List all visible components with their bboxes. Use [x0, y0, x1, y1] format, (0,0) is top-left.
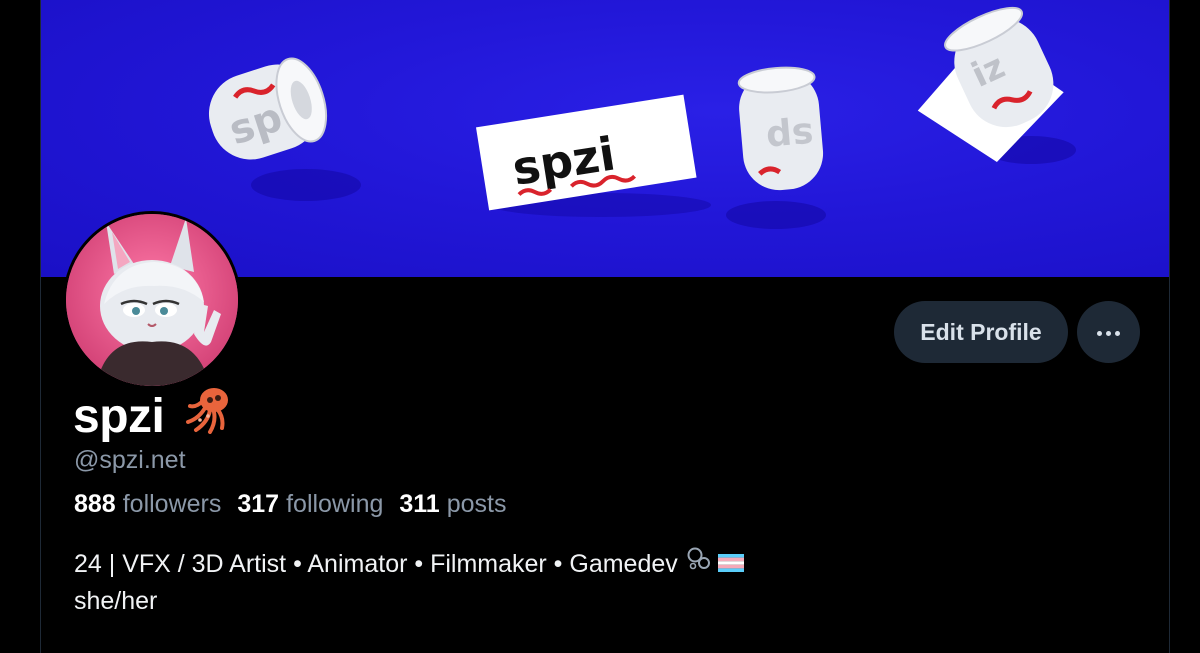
posts-stat: 311 posts	[399, 490, 506, 519]
posts-count: 311	[399, 490, 440, 518]
followers-label: followers	[122, 490, 222, 518]
banner-roll-left: sp	[208, 57, 328, 160]
bio-text-2: she/her	[74, 587, 158, 615]
following-label: following	[286, 490, 384, 518]
posts-label: posts	[446, 490, 507, 518]
bubbles-icon	[686, 546, 712, 583]
following-count: 317	[237, 490, 280, 518]
followers-stat[interactable]: 888 followers	[74, 490, 221, 519]
profile-bio: 24 | VFX / 3D Artist • Animator • Filmma…	[74, 546, 744, 620]
profile-stats: 888 followers 317 following 311 posts	[74, 490, 522, 519]
edit-profile-button[interactable]: Edit Profile	[894, 301, 1068, 363]
banner-logo-card: spzi	[475, 94, 697, 211]
display-name-text: spzi	[73, 389, 165, 443]
ellipsis-icon	[1095, 323, 1122, 341]
bio-line-1: 24 | VFX / 3D Artist • Animator • Filmma…	[74, 546, 744, 583]
avatar-image	[66, 214, 238, 386]
banner-roll-middle: sp	[737, 66, 824, 191]
avatar[interactable]	[63, 211, 241, 389]
profile-page: sp spzi sp iz Edit Profile spzi @spzi.ne…	[0, 0, 1200, 653]
followers-count: 888	[74, 490, 116, 518]
following-stat[interactable]: 317 following	[237, 490, 383, 519]
user-handle[interactable]: @spzi.net	[74, 446, 186, 475]
display-name: spzi	[73, 386, 234, 446]
profile-column: sp spzi sp iz Edit Profile spzi @spzi.ne…	[40, 0, 1170, 653]
bio-line-2: she/her	[74, 583, 744, 620]
svg-text:sp: sp	[765, 114, 816, 159]
squid-icon	[178, 386, 234, 446]
more-options-button[interactable]	[1077, 301, 1140, 363]
transgender-flag-icon	[717, 546, 744, 583]
bio-text-1: 24 | VFX / 3D Artist • Animator • Filmma…	[74, 550, 678, 578]
